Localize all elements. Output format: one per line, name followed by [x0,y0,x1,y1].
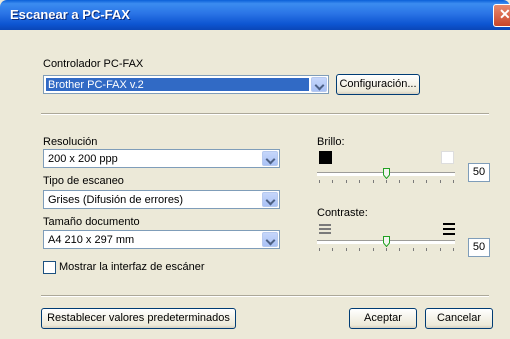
driver-label: Controlador PC-FAX [43,58,144,70]
resolution-value: 200 x 200 ppp [48,153,118,165]
contrast-slider-thumb[interactable] [383,236,390,247]
scan-type-select[interactable]: Grises (Difusión de errores) [43,190,280,209]
doc-size-select[interactable]: A4 210 x 297 mm [43,230,280,249]
chevron-down-icon[interactable] [311,77,327,92]
slider-tick [345,248,347,251]
slider-tick [426,248,428,251]
high-contrast-icon [443,223,455,235]
chevron-down-icon[interactable] [262,232,278,247]
slider-tick [345,180,347,183]
slider-tick [399,248,401,251]
title-bar[interactable]: Escanear a PC-FAX ✕ [0,0,510,30]
close-icon: ✕ [499,6,510,22]
slider-tick [412,180,414,183]
slider-tick [372,180,374,183]
scan-type-value: Grises (Difusión de errores) [48,194,184,206]
chevron-down-icon[interactable] [262,192,278,207]
brightness-label: Brillo: [317,136,345,148]
slider-tick [332,180,334,183]
close-button[interactable]: ✕ [493,4,510,27]
dark-square-icon [319,151,332,164]
slider-tick [372,248,374,251]
slider-tick [439,180,441,183]
low-contrast-icon [319,224,331,234]
dialog-body: Controlador PC-FAX Brother PC-FAX v.2 Co… [3,30,510,339]
light-square-icon [441,151,454,164]
chevron-down-icon[interactable] [262,151,278,166]
resolution-label: Resolución [43,136,98,148]
slider-tick [386,180,387,183]
ok-button[interactable]: Aceptar [349,308,417,329]
config-button[interactable]: Configuración... [336,74,420,95]
driver-select[interactable]: Brother PC-FAX v.2 [43,75,329,94]
slider-tick [359,180,361,183]
show-interface-label[interactable]: Mostrar la interfaz de escáner [59,261,205,273]
doc-size-value: A4 210 x 297 mm [48,234,135,246]
slider-tick [426,180,428,183]
brightness-slider-thumb[interactable] [383,168,390,179]
slider-tick [412,248,414,251]
resolution-select[interactable]: 200 x 200 ppp [43,149,280,168]
scan-type-label: Tipo de escaneo [43,175,124,187]
show-interface-checkbox[interactable] [43,261,56,274]
slider-tick [319,180,320,183]
slider-tick [332,248,334,251]
slider-tick [439,248,441,251]
brightness-value-box[interactable]: 50 [468,163,490,182]
slider-tick [399,180,401,183]
separator-top [41,113,489,115]
doc-size-label: Tamaño documento [43,216,140,228]
separator-bottom [41,295,489,297]
slider-tick [386,248,387,251]
slider-tick [453,248,454,251]
slider-tick [453,180,454,183]
driver-value: Brother PC-FAX v.2 [48,79,144,91]
contrast-value-box[interactable]: 50 [468,238,490,257]
window-title: Escanear a PC-FAX [10,7,130,22]
slider-tick [319,248,320,251]
contrast-label: Contraste: [317,207,368,219]
cancel-button[interactable]: Cancelar [425,308,493,329]
slider-tick [359,248,361,251]
reset-defaults-button[interactable]: Restablecer valores predeterminados [41,308,236,329]
